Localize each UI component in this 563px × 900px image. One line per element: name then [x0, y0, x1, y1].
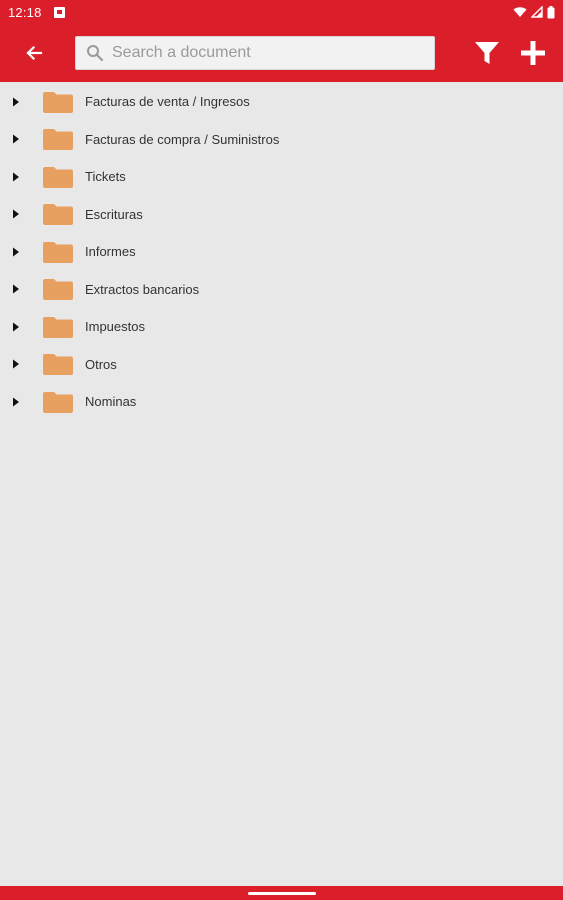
folder-label: Tickets	[85, 169, 126, 185]
folder-row[interactable]: Facturas de venta / Ingresos	[0, 83, 563, 121]
folder-icon	[43, 316, 73, 338]
search-input[interactable]	[112, 44, 412, 62]
folder-row[interactable]: Facturas de compra / Suministros	[0, 121, 563, 159]
folder-icon	[43, 241, 73, 263]
folder-icon	[43, 91, 73, 113]
folder-row[interactable]: Informes	[0, 233, 563, 271]
expand-arrow-icon[interactable]	[12, 97, 20, 107]
app-bar	[0, 24, 563, 82]
expand-arrow-icon[interactable]	[12, 247, 20, 257]
folder-row[interactable]: Tickets	[0, 158, 563, 196]
folder-row[interactable]: Impuestos	[0, 308, 563, 346]
status-icons	[513, 5, 555, 19]
expand-arrow-icon[interactable]	[12, 172, 20, 182]
folder-label: Escrituras	[85, 206, 143, 222]
expand-arrow-icon[interactable]	[12, 397, 20, 407]
folder-row[interactable]: Extractos bancarios	[0, 271, 563, 309]
search-box[interactable]	[75, 36, 435, 70]
filter-button[interactable]	[470, 37, 504, 69]
expand-arrow-icon[interactable]	[12, 359, 20, 369]
wifi-icon	[513, 7, 527, 17]
filter-icon	[475, 42, 499, 64]
folder-icon	[43, 354, 73, 376]
folder-icon	[43, 204, 73, 226]
back-button[interactable]	[18, 37, 50, 69]
folder-icon	[43, 279, 73, 301]
folder-label: Impuestos	[85, 319, 145, 335]
expand-arrow-icon[interactable]	[12, 134, 20, 144]
status-time: 12:18	[8, 4, 42, 20]
expand-arrow-icon[interactable]	[12, 322, 20, 332]
folder-label: Facturas de compra / Suministros	[85, 131, 280, 147]
folder-label: Facturas de venta / Ingresos	[85, 94, 250, 110]
folder-label: Informes	[85, 244, 136, 260]
folder-row[interactable]: Nominas	[0, 383, 563, 421]
folder-row[interactable]: Escrituras	[0, 196, 563, 234]
plus-icon	[521, 41, 545, 65]
navigation-bar	[0, 886, 563, 900]
add-button[interactable]	[516, 37, 550, 69]
folder-row[interactable]: Otros	[0, 346, 563, 384]
expand-arrow-icon[interactable]	[12, 284, 20, 294]
battery-icon	[547, 5, 555, 18]
folder-list: Facturas de venta / Ingresos Facturas de …	[0, 82, 563, 421]
expand-arrow-icon[interactable]	[12, 209, 20, 219]
folder-icon	[43, 129, 73, 151]
arrow-back-icon	[26, 45, 43, 61]
folder-icon	[43, 166, 73, 188]
folder-label: Extractos bancarios	[85, 281, 200, 297]
signal-icon	[531, 6, 543, 18]
folder-label: Otros	[85, 356, 117, 372]
home-indicator[interactable]	[248, 892, 316, 895]
search-icon	[87, 45, 104, 62]
status-bar: 12:18	[0, 0, 563, 24]
folder-label: Nominas	[85, 394, 137, 410]
notification-icon	[53, 6, 65, 18]
folder-icon	[43, 391, 73, 413]
